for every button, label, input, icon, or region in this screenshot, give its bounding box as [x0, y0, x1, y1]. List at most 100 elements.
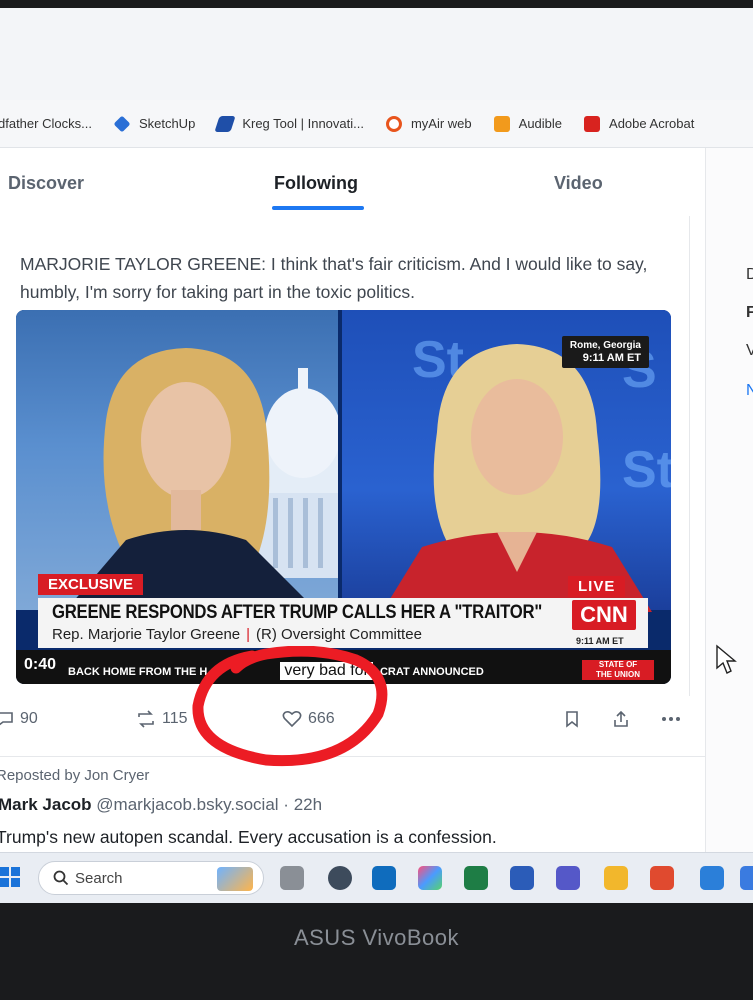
more-options-button[interactable] [660, 710, 688, 728]
right-sidebar-edge: D F V N [705, 148, 753, 860]
media-player-icon[interactable] [650, 866, 674, 890]
location-time: 9:11 AM ET [582, 352, 641, 364]
video-duration: 0:40 [24, 656, 57, 673]
news-ticker: 0:40 BACK HOME FROM THE H very bad for C… [16, 650, 671, 684]
cnn-logo: CNN [572, 600, 636, 630]
caption-overlay: very bad for [280, 662, 373, 680]
feed-post-next[interactable]: Reposted by Jon Cryer Mark Jacob @markja… [0, 756, 705, 860]
mouse-cursor-icon [716, 644, 737, 674]
post-text: Trump's new autopen scandal. Every accus… [0, 827, 497, 847]
like-count: 666 [308, 710, 335, 727]
bookmark-clocks[interactable]: dfather Clocks... [0, 116, 92, 131]
bookmark-acrobat[interactable]: Adobe Acrobat [584, 115, 695, 132]
show-badge: STATE OF THE UNION [582, 660, 654, 680]
reply-count: 90 [20, 710, 38, 727]
author-handle[interactable]: @markjacob.bsky.social [96, 795, 278, 814]
tab-discover[interactable]: Discover [8, 173, 84, 194]
show-badge-line2: THE UNION [596, 670, 640, 679]
photo-frame: dfather Clocks... SketchUp Kreg Tool | I… [0, 0, 753, 1000]
sidebar-glimpse: V [746, 342, 753, 359]
share-icon [614, 710, 628, 727]
active-tab-indicator [272, 206, 364, 210]
feed-post[interactable]: MARJORIE TAYLOR GREENE: I think that's f… [0, 216, 690, 696]
file-explorer-icon[interactable] [604, 866, 628, 890]
excel-icon[interactable] [464, 866, 488, 890]
outlook-icon[interactable] [372, 866, 396, 890]
taskbar-search[interactable]: Search [38, 861, 264, 895]
chyron-subline: Rep. Marjorie Taylor Greene | (R) Oversigh… [52, 626, 422, 643]
bookmark-label: Audible [518, 116, 563, 131]
ticker-segment: BACK HOME FROM THE H [68, 666, 208, 678]
repost-count: 115 [162, 710, 188, 727]
reply-icon [0, 712, 13, 726]
live-badge: LIVE [568, 576, 626, 597]
bookmark-icon [566, 711, 578, 728]
chyron-separator: | [246, 626, 251, 643]
laptop-brand: ASUS VivoBook [293, 925, 460, 950]
chyron-headline: GREENE RESPONDS AFTER TRUMP CALLS HER A … [52, 602, 543, 623]
search-highlight-art [217, 867, 253, 891]
feed-tabs: Discover Following Video [0, 148, 705, 216]
microsoft365-icon[interactable] [418, 866, 442, 890]
sketchup-icon [113, 115, 131, 132]
kreg-icon [214, 115, 236, 132]
bookmark-kreg[interactable]: Kreg Tool | Innovati... [214, 115, 364, 132]
chyron-name: Rep. Marjorie Taylor Greene [52, 626, 241, 643]
more-dots-icon [662, 717, 680, 721]
bookmarks-bar: dfather Clocks... SketchUp Kreg Tool | I… [0, 100, 753, 148]
sidebar-glimpse: F [746, 304, 753, 321]
repost-button[interactable]: 115 [136, 710, 188, 728]
calendar-icon[interactable] [700, 866, 724, 890]
video-left-pane [16, 310, 338, 610]
tab-following[interactable]: Following [274, 173, 358, 194]
word-icon[interactable] [510, 866, 534, 890]
myair-icon [385, 115, 402, 132]
bookmark-label: dfather Clocks... [0, 116, 92, 131]
network-time: 9:11 AM ET [576, 636, 624, 646]
task-view-icon[interactable] [280, 866, 304, 890]
post-text: MARJORIE TAYLOR GREENE: I think that's f… [20, 254, 648, 302]
bookmark-label: Adobe Acrobat [609, 116, 695, 131]
exclusive-badge: EXCLUSIVE [38, 574, 144, 595]
share-button[interactable] [612, 710, 636, 728]
audible-icon [493, 115, 510, 132]
ticker-segment-tail: CRAT ANNOUNCED [379, 666, 484, 678]
chyron-role: (R) Oversight Committee [256, 626, 422, 643]
post-actions: 90 115 666 [0, 696, 705, 746]
bookmark-button[interactable] [564, 710, 586, 728]
anchor-figure [66, 348, 316, 610]
sidebar-glimpse: N [746, 382, 753, 399]
repost-icon [138, 710, 154, 728]
windows-taskbar: Search [0, 852, 753, 903]
app-icon[interactable] [740, 866, 753, 890]
headline-bar: GREENE RESPONDS AFTER TRUMP CALLS HER A … [38, 598, 648, 648]
heart-icon [282, 710, 302, 728]
author-name[interactable]: Mark Jacob [0, 795, 92, 814]
bookmark-label: SketchUp [138, 116, 196, 131]
tab-video[interactable]: Video [554, 173, 603, 194]
browser-chrome [0, 8, 753, 100]
windows-start-icon[interactable] [0, 867, 20, 887]
chyron: EXCLUSIVE LIVE GREENE RESPONDS AFTER TRU… [16, 570, 671, 684]
show-badge-line1: STATE OF [598, 660, 638, 669]
video-right-pane: St S St Rome, Georgia 9:11 AM ET [342, 310, 671, 612]
laptop-screen: dfather Clocks... SketchUp Kreg Tool | I… [0, 8, 753, 903]
location-label: Rome, Georgia [569, 340, 641, 351]
search-label: Search [75, 870, 123, 887]
bookmark-audible[interactable]: Audible [493, 115, 563, 132]
video-player[interactable]: St S St Rome, Georgia 9:11 AM ET EXCLUSI… [16, 310, 671, 684]
reply-button[interactable]: 90 [0, 710, 38, 728]
bookmark-label: myAir web [410, 116, 472, 131]
teams-icon[interactable] [556, 866, 580, 890]
repost-attribution: Reposted by Jon Cryer [0, 767, 150, 784]
like-button[interactable]: 666 [282, 710, 335, 728]
ticker-text: BACK HOME FROM THE H very bad for CRAT A… [68, 662, 484, 680]
time-separator: · [283, 795, 289, 814]
bookmark-myair[interactable]: myAir web [385, 115, 472, 132]
acrobat-icon [584, 115, 601, 132]
sidebar-glimpse: D [746, 266, 753, 283]
copilot-icon[interactable] [328, 866, 352, 890]
post-time: 22h [293, 795, 323, 814]
bookmark-label: Kreg Tool | Innovati... [242, 116, 364, 131]
bookmark-sketchup[interactable]: SketchUp [113, 115, 196, 132]
